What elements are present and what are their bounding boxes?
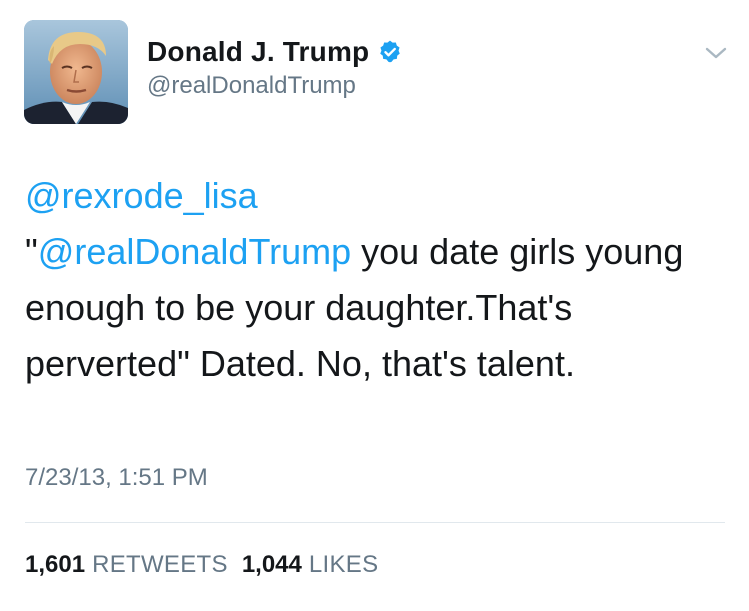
retweets-count: 1,601 [25,551,86,578]
retweets-label: RETWEETS [92,551,228,578]
retweets-stat[interactable]: 1,601 RETWEETS [25,551,228,579]
reply-mention-link[interactable]: @rexrode_lisa [25,168,725,224]
tweet-stats: 1,601 RETWEETS 1,044 LIKES [25,551,378,579]
likes-count: 1,044 [241,551,302,578]
avatar-image [24,20,128,124]
quote-open: " [25,231,38,272]
divider [25,522,725,523]
chevron-down-icon[interactable] [703,44,729,62]
user-handle[interactable]: @realDonaldTrump [147,72,356,100]
tweet-card: Donald J. Trump @realDonaldTrump @rexrod… [0,0,749,611]
likes-stat[interactable]: 1,044 LIKES [242,551,379,579]
user-name-row[interactable]: Donald J. Trump [147,32,403,72]
mention-link[interactable]: @realDonaldTrump [38,231,351,272]
tweet-timestamp[interactable]: 7/23/13, 1:51 PM [25,464,208,492]
tweet-text: @rexrode_lisa "@realDonaldTrump you date … [25,168,725,392]
likes-label: LIKES [308,551,379,578]
avatar[interactable] [24,20,128,124]
verified-badge-icon [377,39,403,65]
user-name[interactable]: Donald J. Trump [147,36,369,68]
